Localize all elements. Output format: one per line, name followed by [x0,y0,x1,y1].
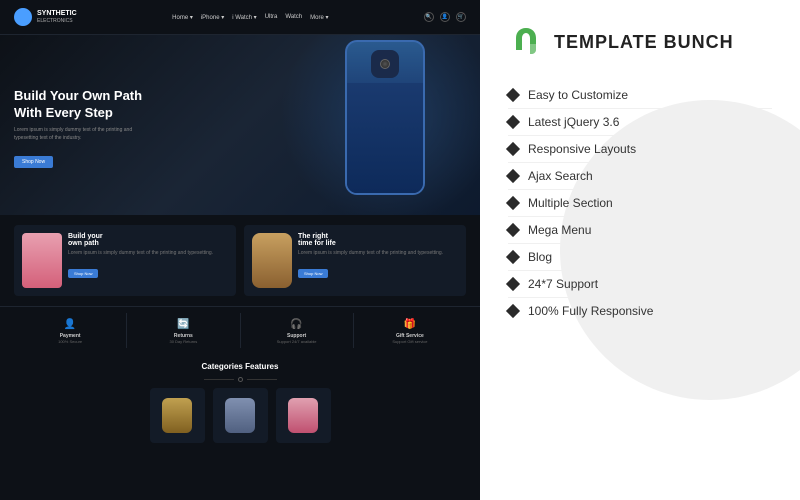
brand-name-text: TEMPLATE BUNCH [554,32,734,53]
nav-more[interactable]: More ▾ [310,14,328,21]
shop-button-2[interactable]: Shop Now [298,269,328,278]
divider-line-left [204,379,234,380]
shop-button-1[interactable]: Shop Now [68,269,98,278]
feature-label-3: Responsive Layouts [528,142,636,156]
list-item-jquery: Latest jQuery 3.6 [508,109,772,136]
categories-section: Categories Features [0,354,480,451]
phone-category-image [288,398,318,433]
website-preview: SYNTHETIC ELECTRONICS Home ▾ iPhone ▾ i … [0,0,480,500]
nav-ultra[interactable]: Ultra [265,14,278,21]
feature-label-9: 100% Fully Responsive [528,304,653,318]
hero-section: Build Your Own PathWith Every Step Lorem… [0,35,480,215]
hero-description: Lorem ipsum is simply dummy text of the … [14,127,144,142]
brand-header: TEMPLATE BUNCH [508,24,772,60]
product-desc-2: Lorem ipsum is simply dummy text of the … [298,250,458,257]
phone-camera [371,50,399,78]
hero-cta-button[interactable]: Shop Now [14,156,53,168]
product-card-1: Build yourown path Lorem ipsum is simply… [14,225,236,296]
diamond-icon-4 [506,169,520,183]
template-bunch-logo [508,24,544,60]
category-smartwatch[interactable] [213,388,268,443]
logo-icon [14,8,32,26]
categories-divider [14,377,466,382]
feature-returns: 🔄 Returns 30 Day Returns [127,313,240,348]
feature-label-8: 24*7 Support [528,277,598,291]
returns-icon: 🔄 [176,317,190,331]
diamond-icon-7 [506,250,520,264]
list-item-responsive: Responsive Layouts [508,136,772,163]
product-title-1: Build yourown path [68,233,228,247]
logo-svg [508,24,544,60]
product-image-phone [22,233,62,288]
list-item-fully-responsive: 100% Fully Responsive [508,298,772,324]
product-title-2: The righttime for life [298,233,458,247]
watch-category-image [162,398,192,433]
list-item-mega-menu: Mega Menu [508,217,772,244]
diamond-icon-8 [506,277,520,291]
nav-iphone[interactable]: iPhone ▾ [201,14,224,21]
feature-label-2: Latest jQuery 3.6 [528,115,619,129]
feature-support: 🎧 Support Support 24/7 available [241,313,354,348]
diamond-icon-6 [506,223,520,237]
nav-links: Home ▾ iPhone ▾ i Watch ▾ Ultra Watch Mo… [172,14,328,21]
hero-phone-image [320,40,450,200]
diamond-icon-1 [506,88,520,102]
list-item-easy-customize: Easy to Customize [508,82,772,109]
nav-watch[interactable]: Watch [285,14,302,21]
support-icon: 🎧 [290,317,304,331]
feature-label-7: Blog [528,250,552,264]
product-info-2: The righttime for life Lorem ipsum is si… [298,233,458,280]
features-list: Easy to Customize Latest jQuery 3.6 Resp… [508,82,772,324]
categories-title: Categories Features [14,362,466,371]
feature-returns-desc: 30 Day Returns [129,339,237,344]
list-item-blog: Blog [508,244,772,271]
product-image-watch [252,233,292,288]
feature-label-4: Ajax Search [528,169,593,183]
payment-icon: 👤 [63,317,77,331]
camera-lens [380,59,390,69]
nav-iwatch[interactable]: i Watch ▾ [232,14,256,21]
nav-icons: 🔍 👤 🛒 [424,12,466,22]
user-icon[interactable]: 👤 [440,12,450,22]
smartwatch-category-image [225,398,255,433]
feature-support-desc: Support 24/7 available [243,339,351,344]
feature-label-6: Mega Menu [528,223,591,237]
right-panel: TEMPLATE BUNCH Easy to Customize Latest … [480,0,800,500]
list-item-multiple-section: Multiple Section [508,190,772,217]
cart-icon[interactable]: 🛒 [456,12,466,22]
feature-payment-desc: 100% Secure [16,339,124,344]
diamond-icon-2 [506,115,520,129]
feature-gift: 🎁 Gift Service Support Gift service [354,313,466,348]
categories-items [14,388,466,443]
product-desc-1: Lorem ipsum is simply dummy text of the … [68,250,228,257]
list-item-support: 24*7 Support [508,271,772,298]
gift-icon: 🎁 [403,317,417,331]
navbar: SYNTHETIC ELECTRONICS Home ▾ iPhone ▾ i … [0,0,480,35]
diamond-icon-9 [506,304,520,318]
brand-name: SYNTHETIC [37,10,77,18]
diamond-icon-3 [506,142,520,156]
logo-text-area: SYNTHETIC ELECTRONICS [37,10,77,24]
search-icon[interactable]: 🔍 [424,12,434,22]
phone-screen [347,83,423,193]
feature-payment: 👤 Payment 100% Secure [14,313,127,348]
list-item-ajax: Ajax Search [508,163,772,190]
diamond-icon-5 [506,196,520,210]
right-content: TEMPLATE BUNCH Easy to Customize Latest … [508,24,772,324]
features-row: 👤 Payment 100% Secure 🔄 Returns 30 Day R… [0,306,480,354]
brand-sub: ELECTRONICS [37,18,77,24]
product-info-1: Build yourown path Lorem ipsum is simply… [68,233,228,280]
logo: SYNTHETIC ELECTRONICS [14,8,77,26]
feature-label-1: Easy to Customize [528,88,628,102]
product-card-2: The righttime for life Lorem ipsum is si… [244,225,466,296]
divider-line-right [247,379,277,380]
feature-label-5: Multiple Section [528,196,613,210]
feature-gift-desc: Support Gift service [356,339,464,344]
category-watch[interactable] [150,388,205,443]
phone-mockup [345,40,425,195]
nav-home[interactable]: Home ▾ [172,14,193,21]
divider-circle [238,377,243,382]
product-cards-row: Build yourown path Lorem ipsum is simply… [0,215,480,306]
category-phone[interactable] [276,388,331,443]
